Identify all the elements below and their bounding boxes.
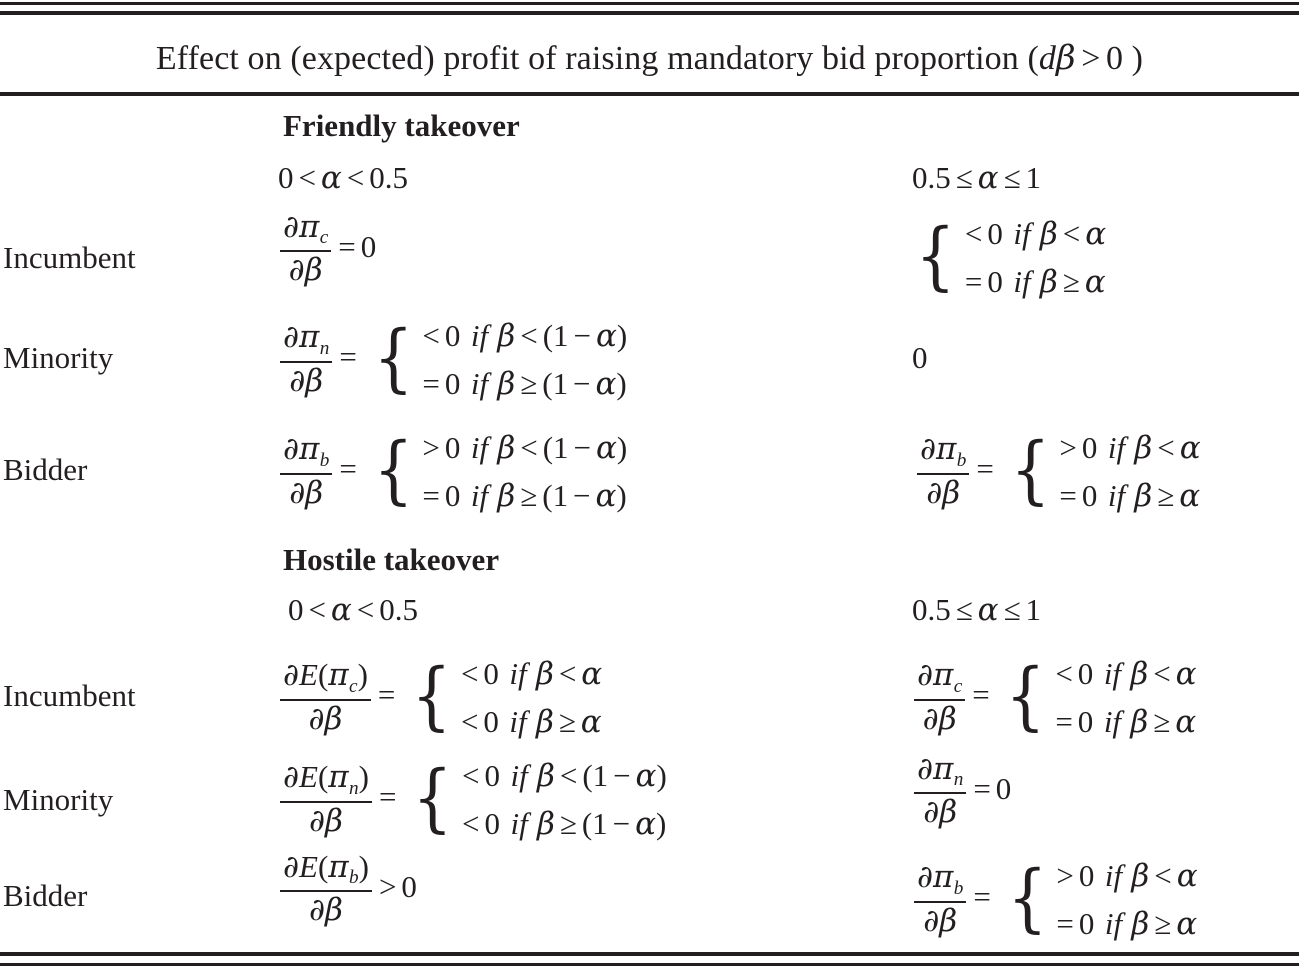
cell-hostile-incumbent-left: ∂E(πc) ∂β = { <0 if β < α <0 if β ≥ α	[278, 650, 602, 746]
cell-friendly-minority-left: ∂πn ∂β = { <0 if β < (1− α) = 0 if β ≥ (1− α)	[278, 312, 627, 408]
caption-d: d	[1038, 40, 1057, 77]
case-brace-icon: {	[1010, 428, 1050, 514]
case-brace-icon: {	[373, 316, 413, 402]
header-rule	[0, 92, 1299, 96]
section-heading-hostile: Hostile takeover	[283, 542, 500, 577]
colhead-hostile-left: 0 < α <0.5	[288, 592, 418, 628]
cell-friendly-bidder-left: ∂πb ∂β = { >0 if β < (1− α) = 0 if β ≥ (1− α)	[278, 424, 627, 520]
colhead-hostile-right: 0.5 ≤ α ≤1	[912, 592, 1042, 628]
cell-friendly-minority-right: 0	[912, 340, 928, 375]
table-caption: Effect on (expected) profit of raising m…	[0, 36, 1299, 81]
rowlabel-friendly-bidder: Bidder	[3, 452, 88, 487]
cell-hostile-bidder-right: ∂πb ∂β = { >0 if β < α = 0 if β ≥ α	[912, 852, 1198, 948]
section-heading-friendly: Friendly takeover	[283, 108, 520, 143]
case-brace-icon: {	[1007, 856, 1047, 942]
bottom-rule-inner	[0, 952, 1299, 956]
caption-gt: >	[1081, 40, 1101, 77]
caption-text-a: Effect on (expected) profit of raising m…	[155, 40, 1039, 77]
rowlabel-hostile-incumbent: Incumbent	[3, 678, 136, 713]
results-table: Effect on (expected) profit of raising m…	[0, 0, 1299, 971]
case-brace-icon: {	[1005, 654, 1046, 740]
rowlabel-hostile-minority: Minority	[3, 782, 114, 817]
caption-zero: 0 )	[1105, 40, 1144, 77]
colhead-friendly-left: 0 < α <0.5	[278, 160, 408, 196]
cell-friendly-incumbent-left: ∂πc ∂β = 0	[278, 211, 376, 287]
top-rule-inner	[0, 11, 1299, 15]
rowlabel-hostile-bidder: Bidder	[3, 878, 88, 913]
case-brace-icon: {	[915, 214, 956, 300]
cell-friendly-incumbent-right: { <0 if β < α = 0 if β ≥ α	[915, 214, 1107, 301]
case-brace-icon: {	[373, 428, 413, 514]
rowlabel-friendly-minority: Minority	[3, 340, 114, 375]
case-brace-icon: {	[411, 654, 452, 740]
cell-hostile-minority-right: ∂πn ∂β = 0	[912, 753, 1011, 829]
rowlabel-friendly-incumbent: Incumbent	[3, 240, 136, 275]
cell-hostile-incumbent-right: ∂πc ∂β = { <0 if β < α = 0 if β ≥ α	[912, 650, 1197, 746]
bottom-rule-outer	[0, 963, 1299, 966]
cell-friendly-bidder-right: ∂πb ∂β = { >0 if β < α = 0 if β ≥ α	[915, 424, 1201, 520]
caption-beta: β	[1056, 38, 1076, 78]
colhead-friendly-right: 0.5 ≤ α ≤1	[912, 160, 1042, 196]
cell-hostile-bidder-left: ∂E(πb) ∂β >0	[278, 850, 417, 927]
top-rule-outer	[0, 2, 1299, 5]
cell-hostile-minority-left: ∂E(πn) ∂β = { <0 if β < (1− α) <0 if β ≥ (1− α)	[278, 752, 667, 848]
case-brace-icon: {	[412, 756, 453, 842]
